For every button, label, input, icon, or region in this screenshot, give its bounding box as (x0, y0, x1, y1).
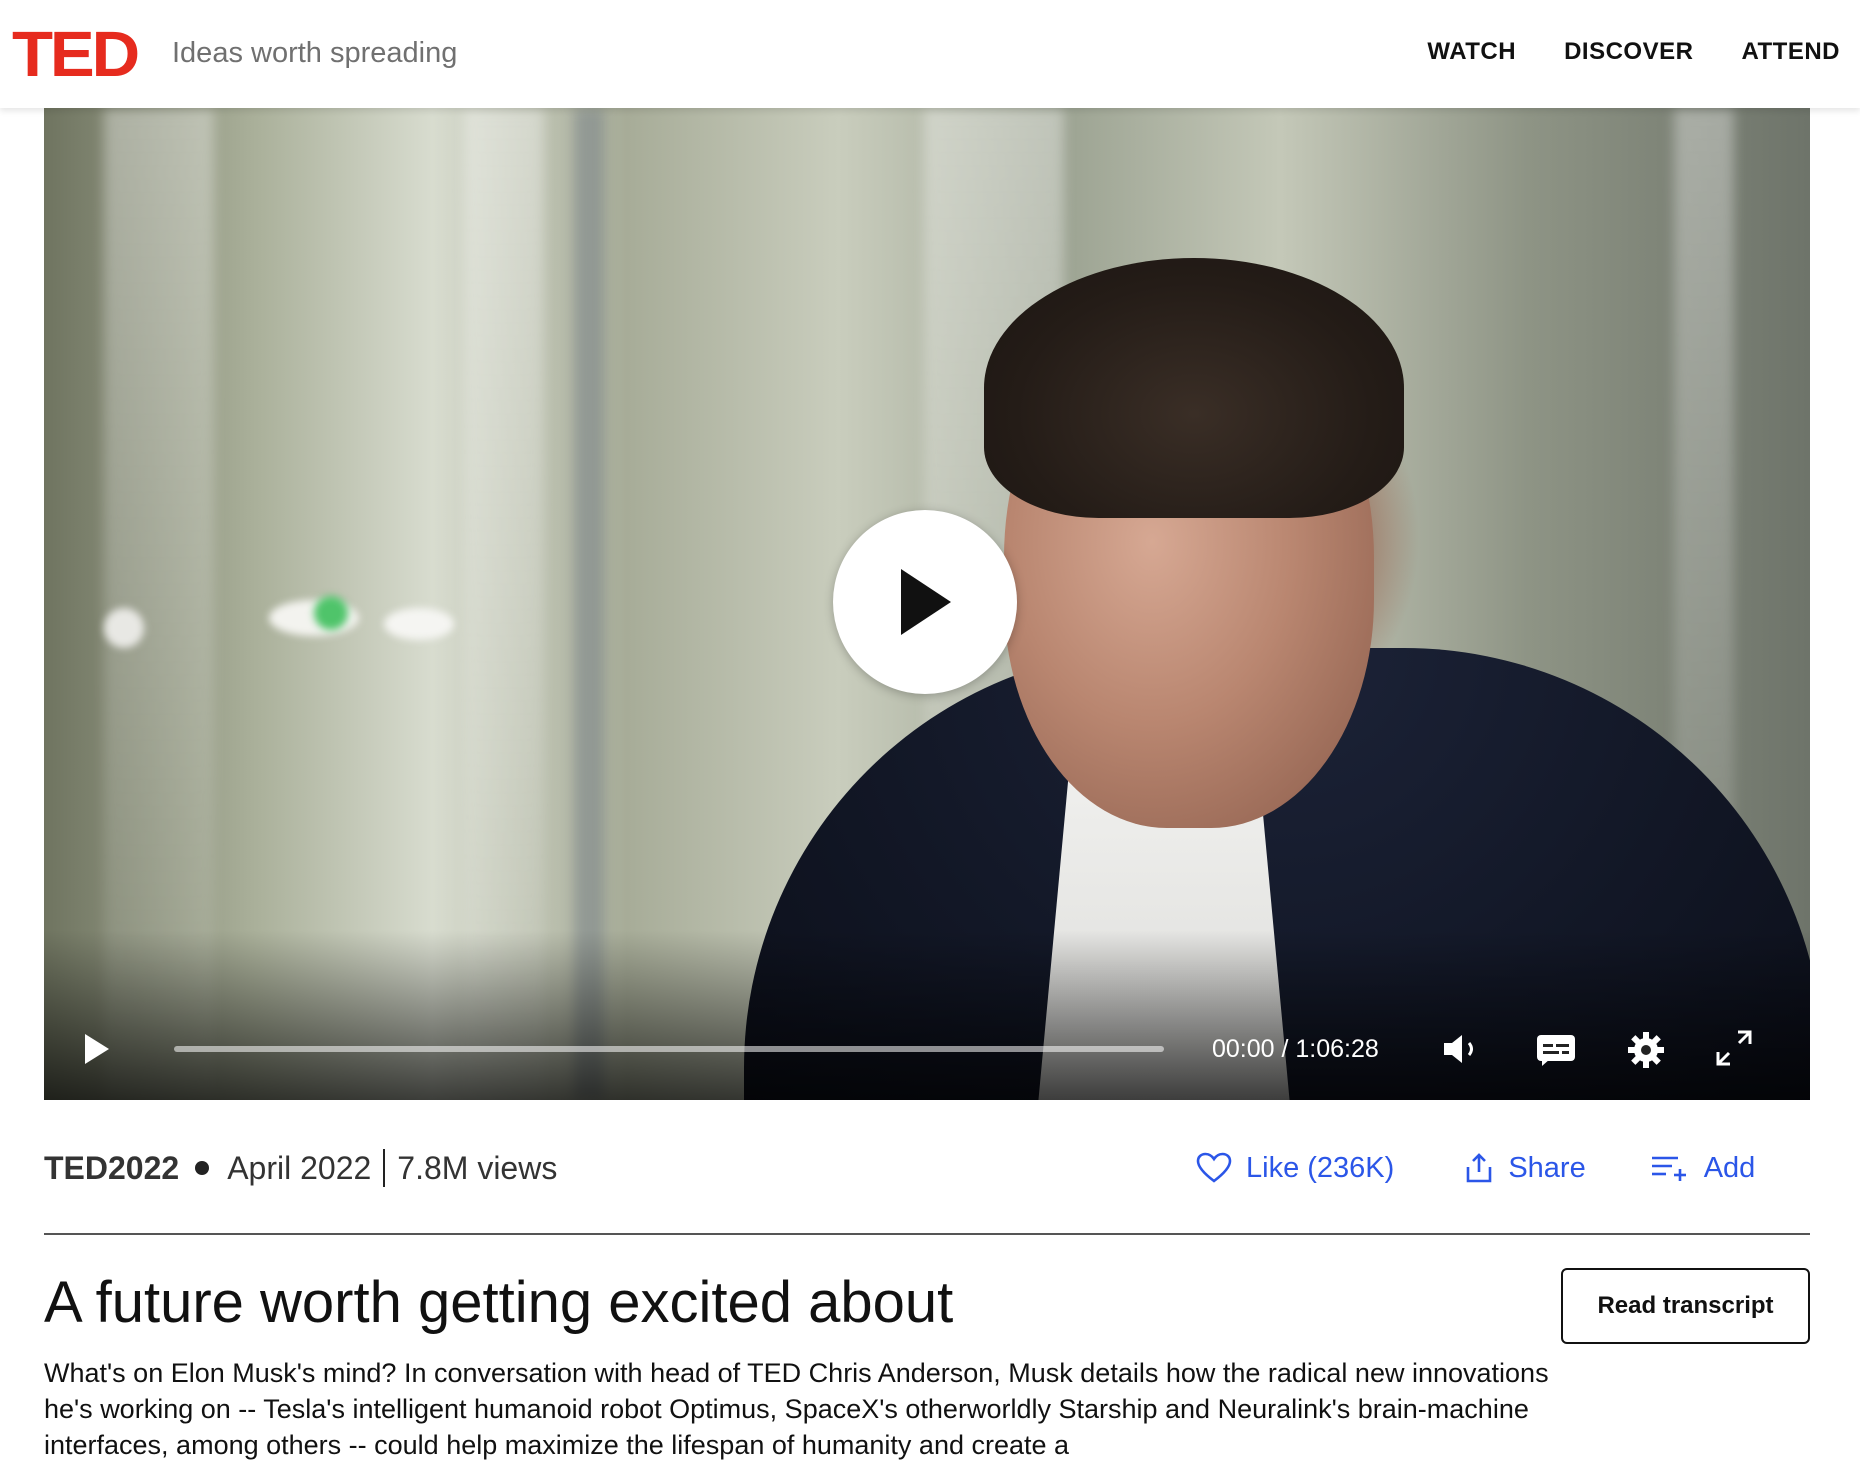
fullscreen-icon (1716, 1030, 1752, 1066)
play-button[interactable] (82, 1032, 112, 1071)
talk-meta: TED2022 April 2022 7.8M views (44, 1148, 557, 1188)
bg-light (384, 608, 454, 640)
captions-icon (1537, 1035, 1575, 1066)
bg-light (104, 608, 144, 648)
video-player[interactable]: 00:00 / 1:06:28 (44, 108, 1810, 1100)
speaker-hair (984, 258, 1404, 518)
share-button[interactable]: Share (1464, 1151, 1586, 1185)
share-label: Share (1508, 1151, 1586, 1184)
read-transcript-button[interactable]: Read transcript (1561, 1268, 1810, 1344)
add-button[interactable]: Add (1650, 1151, 1756, 1185)
add-label: Add (1703, 1151, 1756, 1184)
event-name[interactable]: TED2022 (44, 1150, 179, 1187)
tagline: Ideas worth spreading (172, 37, 458, 69)
volume-icon (1444, 1035, 1473, 1063)
top-header: TED Ideas worth spreading WATCH DISCOVER… (0, 0, 1860, 108)
controls-gradient (44, 930, 1810, 1100)
big-play-button[interactable] (833, 510, 1017, 694)
settings-button[interactable] (1626, 1030, 1666, 1075)
share-icon (1467, 1153, 1492, 1183)
meta-dot (195, 1161, 210, 1175)
like-label: Like (236K) (1246, 1151, 1395, 1184)
view-count: 7.8M views (397, 1149, 558, 1186)
talk-description: What's on Elon Musk's mind? In conversat… (44, 1358, 1549, 1460)
volume-button[interactable] (1442, 1032, 1482, 1071)
heart-icon (1196, 1152, 1232, 1183)
talk-date: April 2022 (227, 1149, 372, 1186)
add-to-list-icon (1651, 1156, 1686, 1181)
main-nav: WATCH DISCOVER ATTEND (1427, 34, 1840, 70)
progress-bar[interactable] (174, 1046, 1164, 1052)
fullscreen-button[interactable] (1714, 1028, 1754, 1073)
talk-title: A future worth getting excited about (44, 1270, 954, 1335)
gear-icon (1628, 1032, 1664, 1068)
divider (44, 1233, 1810, 1235)
nav-watch[interactable]: WATCH (1427, 34, 1516, 70)
captions-button[interactable] (1536, 1032, 1576, 1071)
play-icon (85, 1034, 109, 1064)
nav-attend[interactable]: ATTEND (1741, 34, 1840, 70)
nav-discover[interactable]: DISCOVER (1564, 34, 1693, 70)
meta-divider (383, 1149, 386, 1187)
ted-logo[interactable]: TED (12, 14, 140, 94)
play-icon (901, 569, 951, 635)
bg-light (314, 596, 348, 630)
time-display: 00:00 / 1:06:28 (1212, 1035, 1379, 1063)
like-button[interactable]: Like (236K) (1196, 1152, 1394, 1185)
talk-actions: Like (236K) Share Add (1196, 1148, 1755, 1188)
